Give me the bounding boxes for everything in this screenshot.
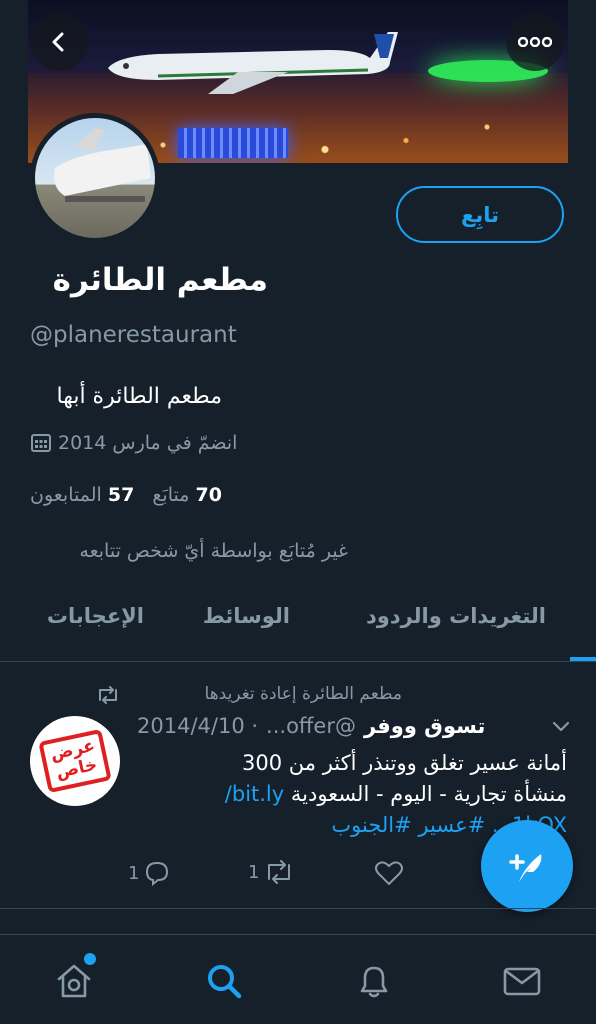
home-notification-dot bbox=[84, 953, 96, 965]
retweet-small-icon bbox=[99, 686, 117, 704]
follow-counts: 70 متابَع 57 المتابعون bbox=[30, 484, 222, 506]
tweet-divider bbox=[0, 908, 596, 909]
reply-icon bbox=[146, 861, 169, 886]
profile-handle: @planerestaurant bbox=[30, 322, 237, 348]
tweet-line-1: أمانة عسير تغلق ووتنذر أكثر من 300 bbox=[242, 751, 567, 775]
tweet-author-handle[interactable]: @offer... bbox=[266, 714, 356, 738]
mail-icon bbox=[503, 967, 541, 996]
retweet-icon bbox=[268, 860, 291, 884]
followers-link[interactable]: 57 المتابعون bbox=[30, 484, 134, 506]
profile-bio: مطعم الطائرة أبها bbox=[56, 384, 222, 409]
like-button[interactable] bbox=[374, 860, 404, 886]
retweet-button[interactable]: 1 bbox=[248, 860, 295, 884]
ellipsis-icon bbox=[518, 37, 552, 47]
airplane-photo bbox=[54, 128, 151, 202]
lit-building bbox=[178, 128, 288, 158]
tweet-link[interactable]: bit.ly/ bbox=[225, 782, 284, 806]
nav-search[interactable] bbox=[204, 961, 244, 1005]
more-options-button[interactable] bbox=[506, 13, 564, 71]
followers-count: 57 bbox=[107, 484, 135, 506]
retweet-count: 1 bbox=[248, 861, 260, 883]
heart-icon bbox=[375, 861, 403, 885]
not-followed-text: غير مُتابَع بواسطة أيّ شخص تتابعه bbox=[79, 540, 348, 562]
tweet-line-2: منشأة تجارية - اليوم - السعودية bit.ly/ bbox=[137, 779, 567, 810]
tweet-date: · 2014/4/10 bbox=[137, 714, 259, 738]
home-icon bbox=[57, 964, 91, 998]
tab-tweets-and-replies[interactable]: التغريدات والردود bbox=[366, 604, 546, 628]
chevron-left-icon bbox=[52, 32, 64, 52]
active-tab-indicator bbox=[570, 657, 596, 661]
joined-date: انضمّ في مارس 2014 bbox=[30, 432, 237, 454]
special-offer-stamp: عرض خاص bbox=[38, 728, 112, 794]
following-link[interactable]: 70 متابَع bbox=[152, 484, 222, 506]
back-button[interactable] bbox=[30, 13, 88, 71]
compose-feather-icon bbox=[509, 854, 542, 882]
bell-icon bbox=[360, 966, 388, 998]
follow-button[interactable]: تابِع bbox=[396, 186, 564, 243]
tweet-line-2-text: منشأة تجارية - اليوم - السعودية bbox=[284, 782, 567, 806]
joined-text: انضمّ في مارس 2014 bbox=[58, 432, 238, 454]
nav-notifications[interactable] bbox=[354, 961, 394, 1005]
tweet-author-name[interactable]: تسوق ووفر bbox=[364, 714, 485, 738]
chevron-down-icon[interactable] bbox=[552, 720, 570, 734]
retweeted-by[interactable]: مطعم الطائرة إعادة تغريدها bbox=[205, 684, 402, 704]
nav-home[interactable] bbox=[54, 961, 94, 1005]
following-count: 70 bbox=[195, 484, 222, 506]
followers-label: المتابعون bbox=[30, 484, 102, 506]
tab-likes[interactable]: الإعجابات bbox=[47, 604, 144, 628]
nav-messages[interactable] bbox=[502, 961, 542, 1005]
compose-tweet-button[interactable] bbox=[481, 820, 573, 912]
reply-button[interactable]: 1 bbox=[128, 860, 171, 886]
tweet-header: تسوق ووفر @offer... · 2014/4/10 bbox=[137, 714, 485, 738]
calendar-icon bbox=[31, 434, 51, 452]
tweet-author-avatar[interactable]: عرض خاص bbox=[30, 716, 120, 806]
reply-count: 1 bbox=[128, 862, 140, 884]
following-label: متابَع bbox=[152, 484, 190, 506]
search-icon bbox=[208, 965, 242, 999]
tab-media[interactable]: الوسائط bbox=[203, 604, 290, 628]
profile-tabs: التغريدات والردود الوسائط الإعجابات bbox=[0, 600, 596, 662]
profile-avatar[interactable] bbox=[30, 113, 160, 243]
airplane-image bbox=[108, 32, 398, 94]
profile-name: مطعم الطائرة bbox=[52, 262, 268, 298]
bottom-navigation bbox=[0, 934, 596, 1024]
